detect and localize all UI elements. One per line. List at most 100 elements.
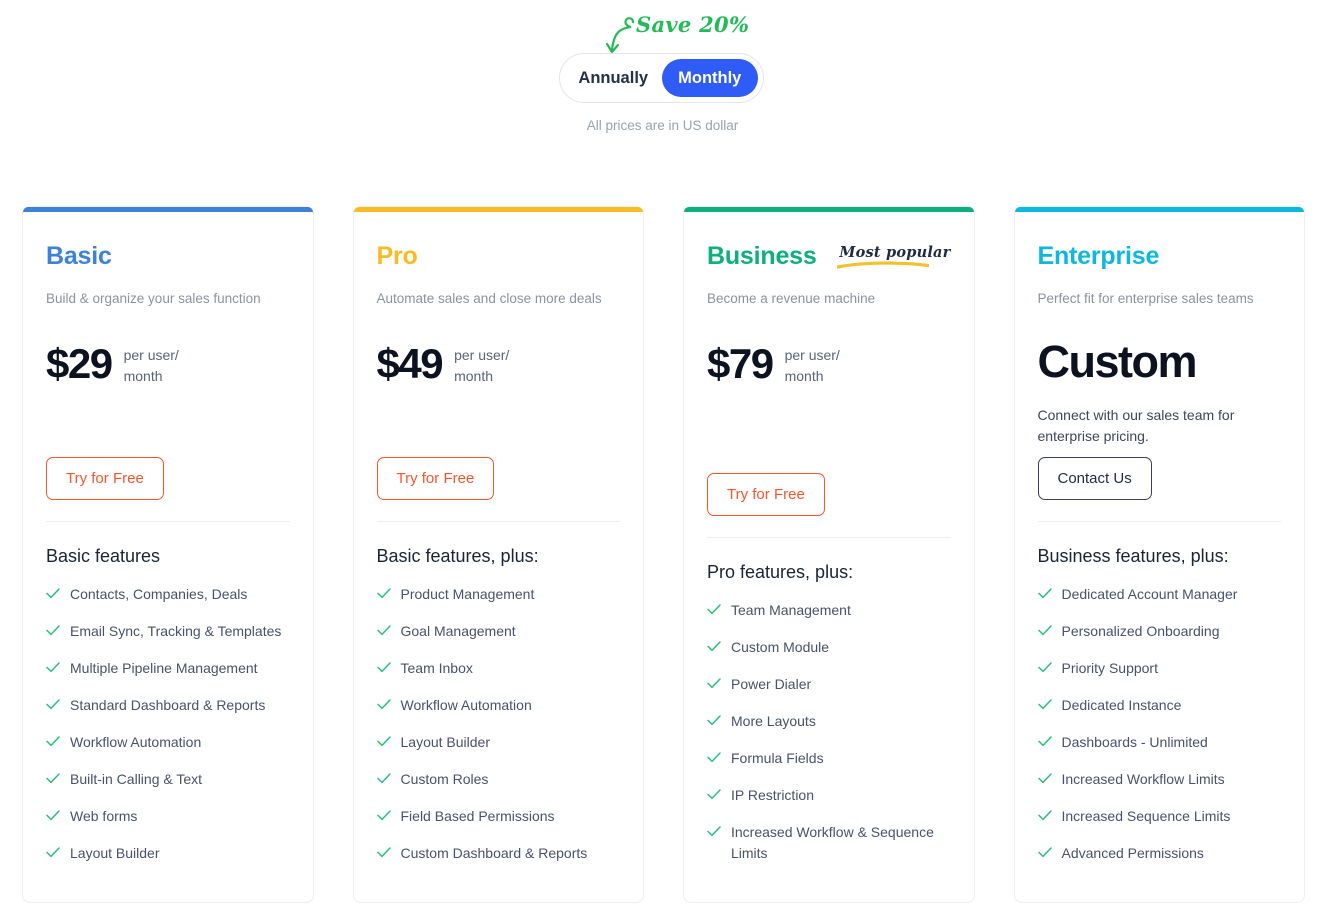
plan-price-description: Connect with our sales team for enterpri… bbox=[1037, 407, 1235, 444]
plan-price: $49 bbox=[376, 340, 444, 387]
feature-item: Dashboards - Unlimited bbox=[1037, 732, 1282, 753]
feature-label: Team Inbox bbox=[400, 660, 473, 676]
feature-item: Multiple Pipeline Management bbox=[46, 658, 290, 679]
feature-item: Web forms bbox=[46, 806, 290, 827]
currency-note: All prices are in US dollar bbox=[586, 118, 739, 133]
feature-item: Contacts, Companies, Deals bbox=[46, 584, 290, 605]
features-list: Basic features Contacts, Companies, Deal… bbox=[46, 522, 290, 880]
check-icon bbox=[1037, 586, 1052, 604]
pricing-card-enterprise: Enterprise Perfect fit for enterprise sa… bbox=[1013, 206, 1305, 903]
check-icon bbox=[376, 623, 391, 641]
feature-item: Dedicated Account Manager bbox=[1037, 584, 1282, 605]
try-for-free-button[interactable]: Try for Free bbox=[376, 457, 495, 500]
pricing-card-pro: Pro Automate sales and close more deals … bbox=[352, 206, 644, 903]
plan-tagline: Automate sales and close more deals bbox=[376, 291, 602, 306]
plan-tagline: Build & organize your sales function bbox=[46, 291, 261, 306]
feature-label: Field Based Permissions bbox=[400, 808, 555, 824]
save-badge-label: Save 20% bbox=[636, 12, 750, 37]
check-icon bbox=[376, 734, 391, 752]
feature-label: Dedicated Account Manager bbox=[1061, 586, 1238, 602]
feature-item: Team Management bbox=[707, 600, 951, 621]
pricing-card-basic: Basic Build & organize your sales functi… bbox=[22, 206, 314, 903]
plan-price: $79 bbox=[707, 340, 774, 387]
features-title: Basic features bbox=[46, 546, 161, 566]
try-for-free-button[interactable]: Try for Free bbox=[707, 473, 825, 516]
plan-price: Custom bbox=[1037, 336, 1198, 387]
check-icon bbox=[46, 623, 60, 641]
feature-label: Contacts, Companies, Deals bbox=[70, 586, 248, 602]
feature-label: Priority Support bbox=[1061, 660, 1158, 676]
features-list: Business features, plus: Dedicated Accou… bbox=[1038, 522, 1282, 880]
plan-name: Enterprise bbox=[1037, 242, 1160, 270]
billing-period-toggle[interactable]: Annually Monthly bbox=[559, 53, 764, 103]
feature-label: Formula Fields bbox=[731, 750, 824, 766]
contact-us-button[interactable]: Contact Us bbox=[1037, 457, 1152, 500]
check-icon bbox=[1037, 845, 1052, 863]
feature-item: Increased Workflow & Sequence Limits bbox=[707, 822, 951, 864]
features-title: Business features, plus: bbox=[1037, 546, 1229, 566]
feature-label: Workflow Automation bbox=[70, 734, 202, 750]
check-icon bbox=[376, 660, 391, 678]
check-icon bbox=[46, 808, 60, 826]
feature-label: Power Dialer bbox=[731, 676, 812, 692]
check-icon bbox=[46, 697, 60, 715]
feature-item: Personalized Onboarding bbox=[1037, 621, 1282, 642]
feature-label: Increased Workflow Limits bbox=[1061, 771, 1225, 787]
feature-label: Personalized Onboarding bbox=[1061, 623, 1220, 639]
check-icon bbox=[707, 713, 721, 731]
feature-item: Power Dialer bbox=[707, 674, 951, 695]
toggle-option-annually[interactable]: Annually bbox=[565, 59, 662, 97]
feature-label: Custom Dashboard & Reports bbox=[400, 845, 588, 861]
plan-tagline: Become a revenue machine bbox=[707, 291, 876, 306]
check-icon bbox=[1037, 734, 1052, 752]
feature-label: Increased Workflow & Sequence Limits bbox=[731, 824, 934, 861]
feature-label: Team Management bbox=[731, 602, 851, 618]
feature-item: Increased Sequence Limits bbox=[1037, 806, 1282, 827]
features-title: Pro features, plus: bbox=[707, 562, 854, 582]
feature-label: Layout Builder bbox=[70, 845, 160, 861]
most-popular-label: Most popular bbox=[839, 244, 951, 261]
check-icon bbox=[707, 824, 721, 842]
feature-label: Standard Dashboard & Reports bbox=[70, 697, 266, 713]
feature-label: IP Restriction bbox=[731, 787, 814, 803]
check-icon bbox=[707, 676, 721, 694]
features-list: Basic features, plus: Product Management… bbox=[377, 522, 621, 880]
check-icon bbox=[46, 660, 60, 678]
check-icon bbox=[376, 586, 391, 604]
feature-label: Email Sync, Tracking & Templates bbox=[70, 623, 282, 639]
feature-item: Formula Fields bbox=[707, 748, 951, 769]
feature-label: Workflow Automation bbox=[400, 697, 532, 713]
feature-item: Goal Management bbox=[376, 621, 621, 642]
feature-label: Custom Roles bbox=[400, 771, 489, 787]
check-icon bbox=[376, 845, 391, 863]
plan-price-unit: per user/ month bbox=[123, 347, 179, 384]
plan-tagline: Perfect fit for enterprise sales teams bbox=[1037, 291, 1254, 306]
check-icon bbox=[46, 586, 60, 604]
check-icon bbox=[46, 734, 60, 752]
pricing-header: Save 20% Annually Monthly All prices are… bbox=[0, 0, 1325, 185]
feature-label: Dedicated Instance bbox=[1061, 697, 1182, 713]
try-for-free-button[interactable]: Try for Free bbox=[46, 457, 164, 500]
check-icon bbox=[46, 845, 60, 863]
check-icon bbox=[1037, 771, 1052, 789]
check-icon bbox=[1037, 660, 1052, 678]
feature-label: Web forms bbox=[70, 808, 138, 824]
check-icon bbox=[376, 771, 391, 789]
check-icon bbox=[707, 602, 721, 620]
feature-item: Email Sync, Tracking & Templates bbox=[46, 621, 290, 642]
check-icon bbox=[707, 639, 721, 657]
feature-item: IP Restriction bbox=[707, 785, 951, 806]
feature-item: More Layouts bbox=[707, 711, 951, 732]
toggle-option-monthly[interactable]: Monthly bbox=[661, 59, 758, 97]
feature-item: Layout Builder bbox=[46, 843, 290, 864]
feature-label: Built-in Calling & Text bbox=[70, 771, 203, 787]
check-icon bbox=[1037, 623, 1052, 641]
feature-label: Goal Management bbox=[400, 623, 516, 639]
feature-item: Dedicated Instance bbox=[1037, 695, 1282, 716]
pricing-card-business: Business Most popular Become a revenue m… bbox=[683, 206, 975, 903]
feature-label: Layout Builder bbox=[400, 734, 491, 750]
feature-label: Advanced Permissions bbox=[1061, 845, 1204, 861]
features-list: Pro features, plus: Team Management Cust… bbox=[707, 538, 951, 880]
feature-item: Field Based Permissions bbox=[376, 806, 621, 827]
feature-label: Dashboards - Unlimited bbox=[1061, 734, 1208, 750]
